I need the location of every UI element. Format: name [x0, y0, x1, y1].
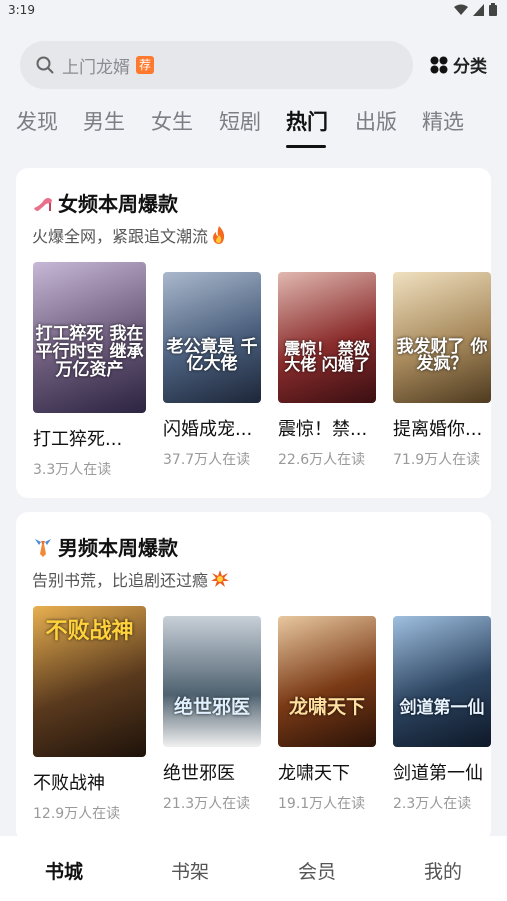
book-readers: 71.9万人在读: [393, 452, 481, 468]
book-item[interactable]: 震惊！ 禁欲大佬 闪婚了 震惊！禁... 22.6万人在读: [278, 272, 376, 469]
book-item[interactable]: 不败战神 不败战神 12.9万人在读: [33, 606, 146, 823]
book-title: 闪婚成宠...: [163, 419, 253, 440]
book-readers: 21.3万人在读: [163, 796, 251, 812]
necktie-icon: [35, 538, 51, 557]
tab-male[interactable]: 男生: [83, 106, 125, 136]
tab-faxian[interactable]: 发现: [16, 106, 58, 136]
fire-icon: [213, 226, 225, 244]
nav-profile[interactable]: 我的: [424, 857, 462, 884]
book-readers: 3.3万人在读: [33, 462, 112, 478]
nav-bookstore[interactable]: 书城: [45, 857, 83, 884]
section-subtitle: 火爆全网，紧跟追文潮流: [32, 223, 227, 247]
battery-icon: [489, 3, 497, 16]
book-title: 打工猝死...: [33, 429, 123, 450]
book-title: 震惊！禁...: [278, 419, 368, 440]
section-title: 女频本周爆款: [32, 188, 178, 217]
category-button[interactable]: 分类: [430, 52, 487, 77]
book-item[interactable]: 剑道第一仙 剑道第一仙 2.3万人在读: [393, 616, 491, 813]
book-cover[interactable]: 老公竟是 千亿大佬: [163, 272, 261, 403]
section-title: 男频本周爆款: [32, 532, 178, 561]
book-cover[interactable]: 不败战神: [33, 606, 146, 757]
book-title: 绝世邪医: [163, 763, 235, 784]
wifi-icon: [454, 4, 468, 15]
book-item[interactable]: 打工猝死 我在平行时空 继承万亿资产 打工猝死... 3.3万人在读: [33, 262, 146, 479]
book-item[interactable]: 龙啸天下 龙啸天下 19.1万人在读: [278, 616, 376, 813]
status-time: 3:19: [8, 3, 35, 17]
active-tab-indicator: [286, 145, 326, 148]
book-readers: 12.9万人在读: [33, 806, 121, 822]
bottom-nav: 书城 书架 会员 我的: [0, 836, 507, 901]
book-cover[interactable]: 我发财了 你发疯？: [393, 272, 491, 403]
book-cover[interactable]: 龙啸天下: [278, 616, 376, 747]
book-cover[interactable]: 震惊！ 禁欲大佬 闪婚了: [278, 272, 376, 403]
status-icons: [454, 3, 497, 16]
tab-featured[interactable]: 精选: [422, 106, 464, 136]
book-readers: 2.3万人在读: [393, 796, 472, 812]
search-placeholder[interactable]: 上门龙婿: [62, 53, 130, 78]
nav-bookshelf[interactable]: 书架: [171, 857, 209, 884]
category-grid-icon: [430, 56, 448, 73]
tab-publish[interactable]: 出版: [355, 106, 397, 136]
book-title: 剑道第一仙: [393, 763, 483, 784]
book-item[interactable]: 老公竟是 千亿大佬 闪婚成宠... 37.7万人在读: [163, 272, 261, 469]
book-item[interactable]: 我发财了 你发疯？ 提离婚你... 71.9万人在读: [393, 272, 491, 469]
book-readers: 19.1万人在读: [278, 796, 366, 812]
high-heel-icon: [34, 197, 52, 211]
book-readers: 37.7万人在读: [163, 452, 251, 468]
tab-short-drama[interactable]: 短剧: [219, 106, 261, 136]
book-title: 提离婚你...: [393, 419, 483, 440]
tab-hot[interactable]: 热门: [286, 106, 328, 136]
book-cover[interactable]: 绝世邪医: [163, 616, 261, 747]
nav-membership[interactable]: 会员: [298, 857, 336, 884]
recommend-tag: 荐: [136, 56, 155, 74]
section-subtitle: 告别书荒，比追剧还过瘾: [32, 567, 230, 591]
book-title: 龙啸天下: [278, 763, 350, 784]
signal-icon: [473, 3, 484, 16]
book-title: 不败战神: [33, 773, 105, 794]
channel-tabs: 发现 男生 女生 短剧 热门 出版 精选: [0, 106, 507, 152]
book-cover[interactable]: 剑道第一仙: [393, 616, 491, 747]
book-readers: 22.6万人在读: [278, 452, 366, 468]
male-weekly-hits-card: 男频本周爆款 告别书荒，比追剧还过瘾 不败战神 不败战神 12.9万人在读 绝世…: [16, 512, 491, 842]
female-weekly-hits-card: 女频本周爆款 火爆全网，紧跟追文潮流 打工猝死 我在平行时空 继承万亿资产 打工…: [16, 168, 491, 498]
tab-female[interactable]: 女生: [151, 106, 193, 136]
search-icon: [36, 56, 54, 74]
book-cover[interactable]: 打工猝死 我在平行时空 继承万亿资产: [33, 262, 146, 413]
category-label: 分类: [453, 57, 487, 77]
search-bar[interactable]: 上门龙婿 荐: [20, 41, 413, 89]
book-item[interactable]: 绝世邪医 绝世邪医 21.3万人在读: [163, 616, 261, 813]
status-bar: 3:19: [0, 0, 507, 24]
explosion-icon: [211, 570, 230, 587]
